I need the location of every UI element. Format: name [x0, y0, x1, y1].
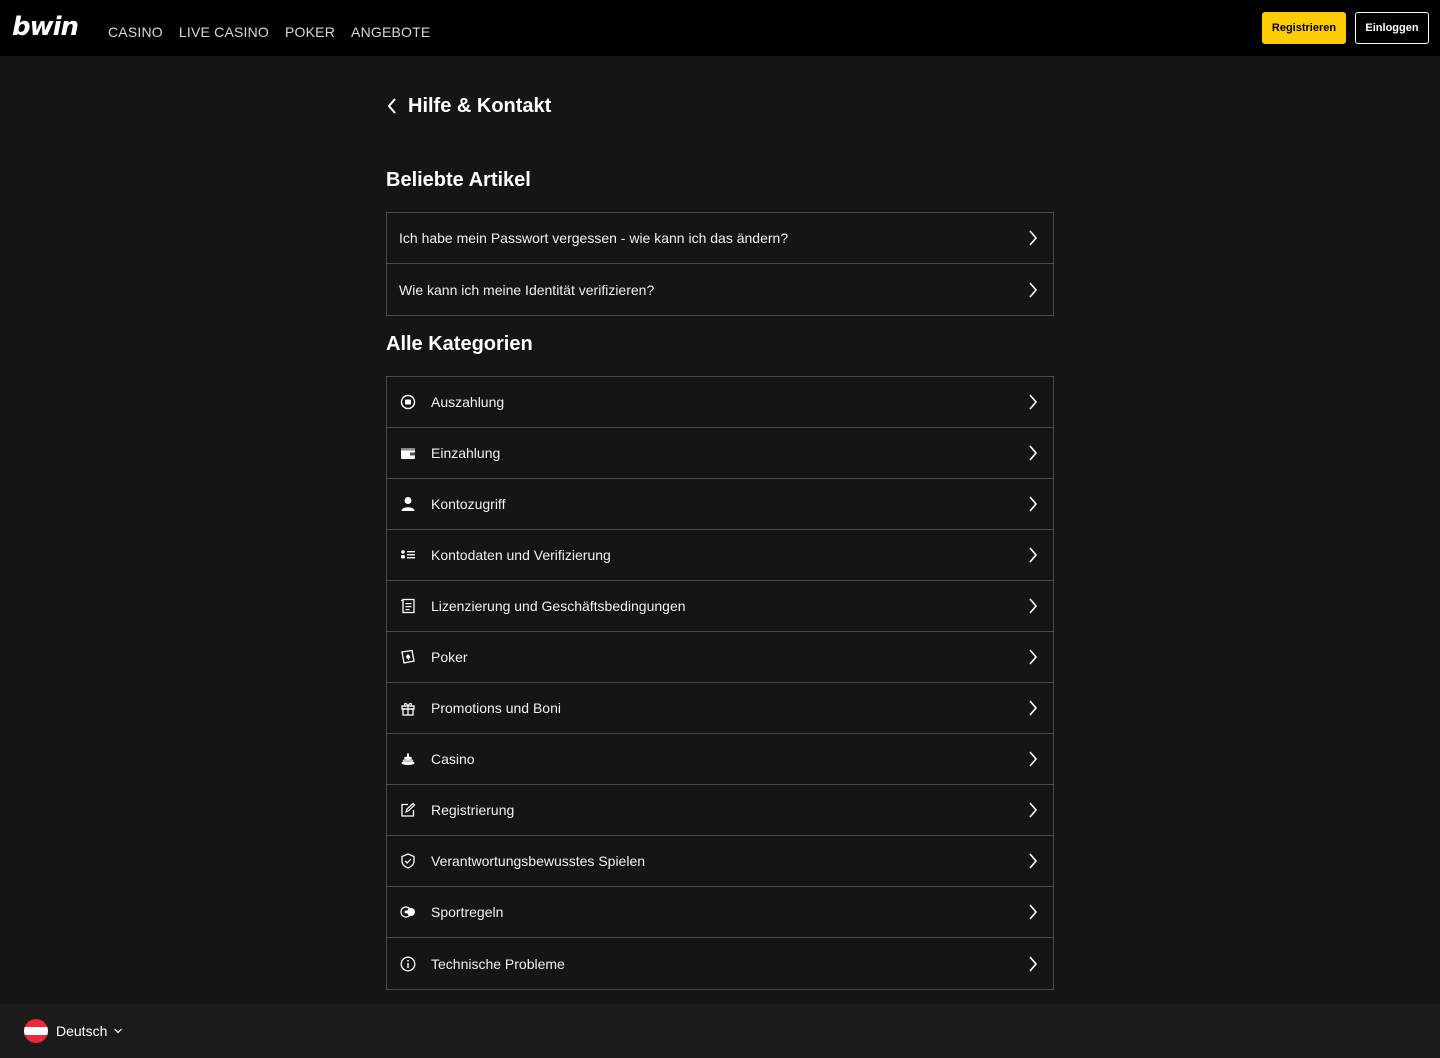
category-label: Auszahlung: [431, 394, 505, 410]
top-bar: bwin CASINO LIVE CASINO POKER ANGEBOTE R…: [0, 0, 1440, 56]
user-icon: [399, 495, 417, 513]
category-label: Promotions und Boni: [431, 700, 561, 716]
chevron-right-icon: [1027, 648, 1039, 666]
category-label: Technische Probleme: [431, 955, 565, 972]
wallet-icon: [399, 444, 417, 462]
category-item-sportregeln[interactable]: Sportregeln: [387, 887, 1053, 938]
category-item-auszahlung[interactable]: Auszahlung: [387, 377, 1053, 428]
edit-icon: [399, 801, 417, 819]
chevron-right-icon: [1027, 852, 1039, 870]
chevron-right-icon: [1027, 699, 1039, 717]
category-label: Kontozugriff: [431, 496, 506, 512]
category-label: Lizenzierung und Geschäftsbedingungen: [431, 598, 686, 614]
popular-articles-title: Beliebte Artikel: [386, 169, 531, 191]
popular-article-label: Wie kann ich meine Identität verifiziere…: [399, 281, 655, 298]
chevron-right-icon: [1027, 955, 1039, 973]
details-list-icon: [399, 546, 417, 564]
chevron-right-icon: [1027, 393, 1039, 411]
nav-live-casino[interactable]: LIVE CASINO: [179, 22, 269, 42]
category-label: Verantwortungsbewusstes Spielen: [431, 853, 646, 869]
popular-article-item[interactable]: Ich habe mein Passwort vergessen - wie k…: [387, 213, 1053, 264]
info-icon: [399, 955, 417, 973]
category-item-technische-probleme[interactable]: Technische Probleme: [387, 938, 1053, 989]
category-item-registrierung[interactable]: Registrierung: [387, 785, 1053, 836]
main-nav: CASINO LIVE CASINO POKER ANGEBOTE: [108, 22, 430, 42]
category-item-verantwortung[interactable]: Verantwortungsbewusstes Spielen: [387, 836, 1053, 887]
shield-icon: [399, 852, 417, 870]
back-chevron-icon[interactable]: [386, 96, 400, 116]
login-button[interactable]: Einloggen: [1355, 12, 1429, 44]
casino-chips-icon: [399, 750, 417, 768]
page-title: Hilfe & Kontakt: [408, 94, 552, 117]
categories-list: Auszahlung Einzahlung Kontozugriff Konto…: [386, 376, 1054, 990]
category-item-einzahlung[interactable]: Einzahlung: [387, 428, 1053, 479]
language-label: Deutsch: [56, 1023, 108, 1039]
category-item-casino[interactable]: Casino: [387, 734, 1053, 785]
popular-articles-list: Ich habe mein Passwort vergessen - wie k…: [386, 212, 1054, 316]
chevron-right-icon: [1027, 495, 1039, 513]
category-label: Registrierung: [431, 802, 515, 818]
withdrawal-icon: [399, 393, 417, 411]
sports-icon: [399, 903, 417, 921]
category-item-promotions[interactable]: Promotions und Boni: [387, 683, 1053, 734]
category-label: Kontodaten und Verifizierung: [431, 547, 611, 563]
document-icon: [399, 597, 417, 615]
chevron-down-icon: [113, 1022, 123, 1040]
poker-icon: [399, 648, 417, 666]
register-button[interactable]: Registrieren: [1262, 12, 1346, 44]
austria-flag-icon: [24, 1019, 48, 1043]
nav-casino[interactable]: CASINO: [108, 22, 163, 42]
chevron-right-icon: [1027, 444, 1039, 462]
popular-article-label: Ich habe mein Passwort vergessen - wie k…: [399, 230, 789, 246]
all-categories-title: Alle Kategorien: [386, 333, 533, 355]
nav-angebote[interactable]: ANGEBOTE: [351, 22, 430, 42]
footer: Deutsch: [0, 1004, 1440, 1058]
chevron-right-icon: [1027, 750, 1039, 768]
nav-poker[interactable]: POKER: [285, 22, 335, 42]
bwin-logo[interactable]: bwin: [12, 12, 79, 42]
category-item-kontodaten[interactable]: Kontodaten und Verifizierung: [387, 530, 1053, 581]
category-label: Sportregeln: [431, 904, 504, 920]
category-item-poker[interactable]: Poker: [387, 632, 1053, 683]
category-label: Einzahlung: [431, 445, 501, 461]
chevron-right-icon: [1027, 229, 1039, 247]
page-header: Hilfe & Kontakt: [386, 94, 551, 118]
chevron-right-icon: [1027, 546, 1039, 564]
chevron-right-icon: [1027, 903, 1039, 921]
category-item-lizenzierung[interactable]: Lizenzierung und Geschäftsbedingungen: [387, 581, 1053, 632]
chevron-right-icon: [1027, 801, 1039, 819]
language-selector[interactable]: Deutsch: [24, 1019, 123, 1043]
category-label: Casino: [431, 751, 475, 767]
category-item-kontozugriff[interactable]: Kontozugriff: [387, 479, 1053, 530]
chevron-right-icon: [1027, 281, 1039, 299]
gift-icon: [399, 699, 417, 717]
chevron-right-icon: [1027, 597, 1039, 615]
category-label: Poker: [431, 649, 468, 665]
popular-article-item[interactable]: Wie kann ich meine Identität verifiziere…: [387, 264, 1053, 315]
